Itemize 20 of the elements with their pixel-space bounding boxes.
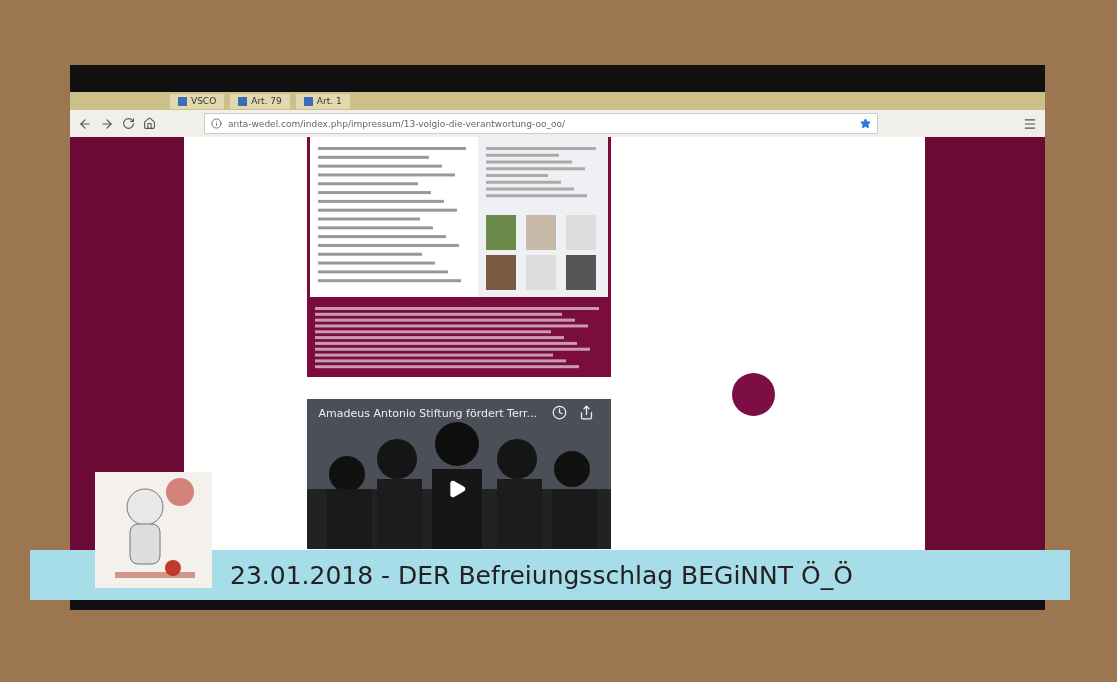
back-icon[interactable] <box>78 116 92 131</box>
menu-icon[interactable] <box>1023 116 1037 131</box>
reload-icon[interactable] <box>122 117 135 130</box>
browser-tab[interactable]: VSCO <box>170 93 225 109</box>
info-icon <box>211 118 222 129</box>
favicon-icon <box>238 96 248 106</box>
caption-text: 23.01.2018 - DER Befreiungsschlag BEGiNNT Ö_Ö <box>30 550 1070 600</box>
address-bar[interactable]: anta-wedel.com/index.php/impressum/13-volgio-die-verantwortung-oo_oo/ <box>204 113 878 134</box>
share-icon[interactable] <box>578 405 594 420</box>
star-icon[interactable] <box>860 118 871 129</box>
clock-icon[interactable] <box>551 405 567 420</box>
home-icon[interactable] <box>143 117 156 130</box>
browser-tab[interactable]: Art. 79 <box>230 93 290 109</box>
video-player[interactable]: Amadeus Antonio Stiftung fördert Terr... <box>306 399 611 549</box>
favicon-icon <box>303 96 313 106</box>
browser-tab[interactable]: Art. 1 <box>295 93 350 109</box>
forward-icon[interactable] <box>100 116 114 131</box>
circle-dot <box>731 373 775 416</box>
video-title: Amadeus Antonio Stiftung fördert Terr... <box>318 407 538 420</box>
favicon-icon <box>178 96 187 106</box>
